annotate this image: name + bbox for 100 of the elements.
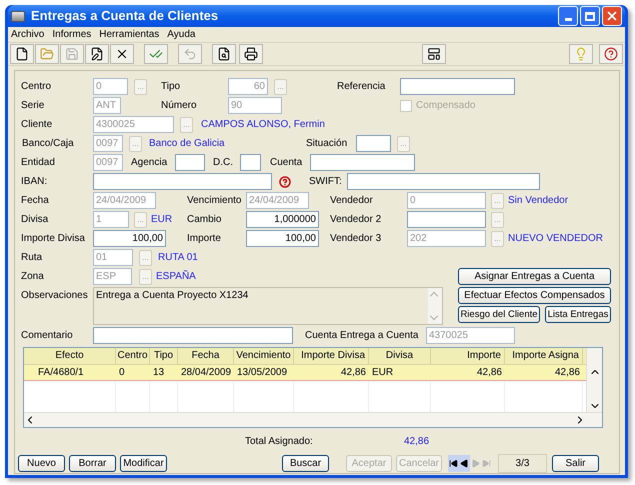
action-button[interactable]: Modificar [120, 455, 167, 472]
description-text: RUTA 01 [158, 251, 198, 265]
column-header[interactable]: Fecha [178, 348, 234, 364]
field-label: Comentario [21, 329, 74, 343]
help-icon[interactable] [279, 176, 291, 188]
input-field[interactable] [356, 135, 391, 152]
lookup-button[interactable]: ... [397, 136, 410, 152]
input-field[interactable] [407, 211, 486, 228]
input-field[interactable] [175, 154, 205, 171]
field-label: Divisa [21, 213, 50, 227]
field-label: Serie [21, 99, 46, 113]
horizontal-scrollbar[interactable] [24, 412, 602, 427]
menu-item[interactable]: Herramientas [99, 27, 160, 42]
table-cell-text: 42,86 [340, 366, 367, 380]
total-value: 42,86 [404, 435, 430, 449]
description-text: CAMPOS ALONSO, Fermin [201, 118, 325, 132]
table-cell-text: FA/4680/1 [37, 366, 85, 380]
skip-icon [482, 459, 491, 468]
field-label: Vencimiento [187, 194, 242, 208]
table-cell-text: 0 [118, 366, 126, 380]
edit-icon [90, 47, 104, 61]
column-header[interactable]: Importe Asigna [505, 348, 583, 364]
close-icon [605, 9, 619, 23]
field-label: Importe [187, 232, 222, 246]
column-header[interactable]: Importe Divisa [294, 348, 369, 364]
field-label: D.C. [213, 156, 234, 170]
input-field[interactable] [240, 154, 261, 171]
table-cell-text: 28/04/2009 [180, 366, 232, 380]
delete-icon [115, 47, 129, 61]
field-label: SWIFT: [309, 175, 343, 189]
input-field[interactable]: 1,000000 [246, 211, 319, 228]
app-icon [11, 10, 25, 22]
column-header[interactable]: Vencimiento [234, 348, 294, 364]
field-label: Cuenta Entrega a Cuenta [305, 329, 420, 343]
column-header[interactable]: Centro [116, 348, 150, 364]
lightbulb-icon [574, 47, 588, 61]
close-button[interactable] [602, 6, 622, 26]
menu-item[interactable]: Ayuda [167, 27, 196, 42]
action-button[interactable]: Riesgo del Cliente [458, 306, 540, 323]
input-field[interactable]: 100,00 [93, 230, 166, 247]
new-file-icon [15, 47, 29, 61]
column-header[interactable]: Importe [431, 348, 505, 364]
field-label: Cambio [187, 213, 222, 227]
action-button[interactable]: Buscar [282, 455, 329, 472]
field-label: Centro [21, 80, 52, 94]
input-field[interactable] [93, 327, 293, 344]
record-counter: 3/3 [498, 454, 547, 473]
help-icon [604, 47, 618, 61]
field-label: Banco/Caja [22, 137, 75, 151]
navigator-button[interactable] [459, 455, 470, 472]
toolbar-button[interactable] [10, 44, 34, 64]
input-field[interactable] [347, 173, 540, 190]
toolbar-button[interactable] [85, 44, 109, 64]
action-button[interactable]: Nuevo [18, 455, 65, 472]
window-title: Entregas a Cuenta de Clientes [31, 7, 218, 26]
field-label: Total Asignado: [245, 435, 314, 449]
column-header[interactable]: Efecto [24, 348, 116, 364]
toolbar-button[interactable] [422, 44, 446, 64]
description-text: NUEVO VENDEDOR [508, 232, 604, 246]
field-label: Zona [21, 270, 45, 284]
input-field[interactable] [93, 173, 272, 190]
field-label: Tipo [161, 80, 182, 94]
table-row[interactable]: FA/4680/1 0 13 28/04/2009 13/05/2009 42,86 EUR 42,86 42,86 [24, 365, 586, 381]
toolbar-button[interactable] [239, 44, 263, 64]
lookup-button[interactable]: ... [491, 212, 504, 228]
action-button[interactable]: Borrar [69, 455, 116, 472]
field-label: Vendedor 2 [330, 213, 382, 227]
input-field[interactable] [310, 154, 415, 171]
input-field[interactable] [400, 78, 515, 95]
column-header[interactable]: Tipo [150, 348, 178, 364]
field-label: Cuenta [270, 156, 304, 170]
description-text: EUR [151, 213, 174, 227]
scrollbar-icon [428, 288, 442, 324]
menu-item[interactable]: Informes [52, 27, 92, 42]
minimize-button[interactable] [558, 6, 578, 26]
field-label: Fecha [21, 194, 50, 208]
action-button[interactable]: Salir [552, 455, 599, 472]
description-text: Sin Vendedor [508, 194, 568, 208]
field-label: Situación [306, 137, 348, 151]
field-label: Vendedor [330, 194, 374, 208]
field-label: Importe Divisa [21, 232, 86, 246]
description-text: ESPAÑA [156, 269, 196, 284]
vertical-scrollbar[interactable] [586, 348, 602, 412]
menu-item[interactable]: Archivo [11, 27, 44, 42]
action-button[interactable]: Asignar Entregas a Cuenta [458, 268, 611, 285]
field-label: Número [161, 99, 198, 113]
layout-icon [427, 47, 441, 61]
action-button[interactable]: Efectuar Efectos Compensados [458, 287, 611, 304]
input-field[interactable]: 100,00 [246, 230, 319, 247]
field-label: IBAN: [21, 175, 48, 189]
column-header[interactable]: Divisa [369, 348, 431, 364]
action-button[interactable]: Lista Entregas [545, 306, 611, 323]
toolbar-button[interactable] [110, 44, 134, 64]
toolbar-button[interactable] [212, 44, 236, 64]
navigator-button[interactable] [448, 455, 459, 472]
table-cell-text: 13 [152, 366, 166, 380]
observations-field[interactable]: Entrega a Cuenta Proyecto X1234 [93, 287, 443, 325]
table-cell-text: 42,86 [554, 366, 581, 380]
maximize-button[interactable] [580, 6, 600, 26]
description-text: Banco de Galicia [149, 137, 226, 151]
